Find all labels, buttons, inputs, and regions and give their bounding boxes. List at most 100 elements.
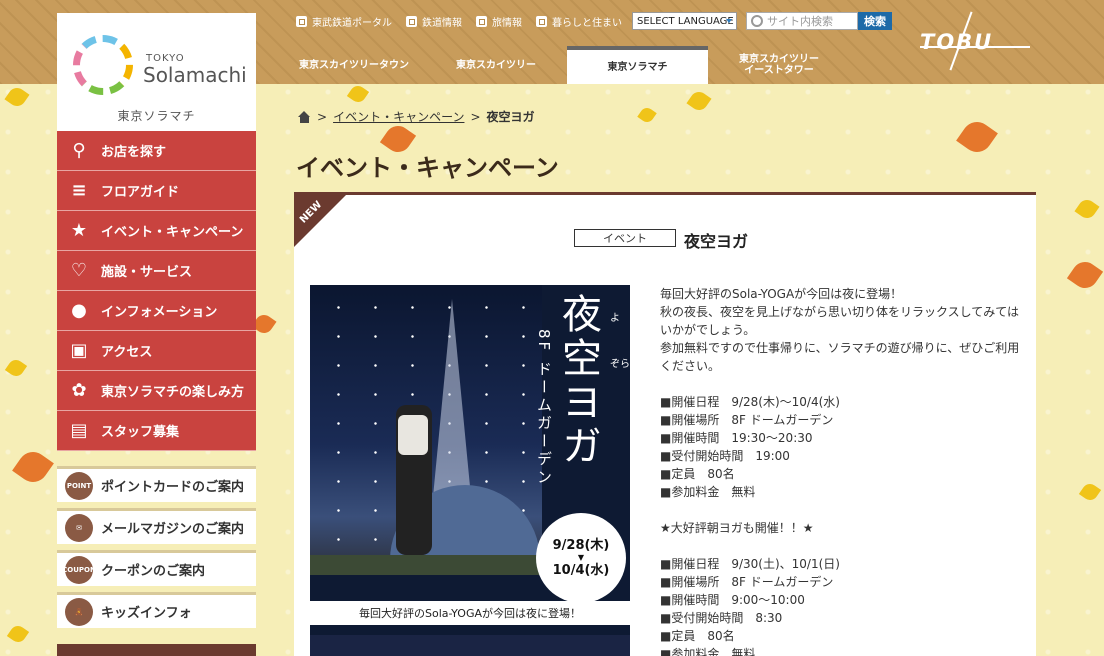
poster-bottom-band: [310, 635, 630, 656]
top-link-living[interactable]: 暮らしと住まい: [536, 14, 622, 29]
poster-title: 夜空ヨガ: [555, 293, 601, 469]
sidebar-item-floor-guide[interactable]: ≡ フロアガイド: [57, 171, 256, 211]
event-poster: 夜空ヨガ よ ぞら 8F ドームガーデン 9/28(木) ▼ 10/4(水) 毎…: [310, 285, 630, 656]
tab-solamachi[interactable]: 東京ソラマチ: [567, 46, 708, 84]
tobu-logo[interactable]: TOBU: [920, 30, 993, 54]
sidebar-item-access[interactable]: ▣ アクセス: [57, 331, 256, 371]
description-line: ■受付開始時間 19:00: [660, 449, 790, 463]
breadcrumb-separator: >: [317, 109, 328, 124]
language-select[interactable]: SELECT LANGUAGE: [632, 12, 737, 30]
breadcrumb-link-events[interactable]: イベント・キャンペーン: [333, 108, 464, 125]
event-title: 夜空ヨガ: [684, 232, 749, 251]
description-line: ■受付開始時間 8:30: [660, 611, 783, 625]
description-line: ■定員 80名: [660, 629, 735, 643]
external-link-icon: [476, 15, 487, 27]
top-link-travel[interactable]: 旅情報: [476, 14, 522, 29]
description-line: 参加無料ですので仕事帰りに、ソラマチの遊び帰りに、ぜひご利用ください。: [660, 341, 1020, 373]
sidebar-item-enjoy[interactable]: ✿ 東京ソラマチの楽しみ方: [57, 371, 256, 411]
sub-link-label: ポイントカードのご案内: [101, 480, 245, 495]
document-icon: ▤: [70, 420, 88, 441]
top-link-tobu-portal[interactable]: 東武鉄道ポータル: [296, 14, 392, 29]
description-line: ■開催場所 8F ドームガーデン: [660, 413, 834, 427]
event-icon: ★: [70, 220, 88, 241]
sidebar-item-label: インフォメーション: [101, 305, 218, 320]
mail-magazine-link[interactable]: ✉ メールマガジンのご案内: [57, 508, 256, 544]
tab-east-tower[interactable]: 東京スカイツリー イーストタワー: [708, 46, 850, 84]
teddy-bear-icon: 🧸: [65, 597, 93, 626]
sidebar-item-information[interactable]: ● インフォメーション: [57, 291, 256, 331]
description-line: 秋の夜長、夜空を見上げながら思い切り体をリラックスしてみてはいかがでしょう。: [660, 305, 1020, 337]
sidebar-item-label: イベント・キャンペーン: [101, 225, 244, 240]
breadcrumb-separator: >: [470, 109, 481, 124]
search-input[interactable]: サイト内検索: [746, 12, 858, 30]
external-link-icon: [406, 15, 417, 27]
train-icon: ▣: [70, 340, 88, 361]
description-spacer: [660, 501, 1030, 519]
top-link-label: 東武鉄道ポータル: [312, 17, 392, 29]
coupon-link[interactable]: COUPON クーポンのご案内: [57, 550, 256, 586]
point-card-link[interactable]: POINT ポイントカードのご案内: [57, 466, 256, 502]
description-line: 毎回大好評のSola-YOGAが今回は夜に登場！: [660, 287, 903, 301]
mail-icon: ✉: [65, 513, 93, 542]
sidebar-item-shops[interactable]: ⚲ お店を探す: [57, 131, 256, 171]
sidebar-item-label: アクセス: [101, 345, 153, 360]
logo-name-text: Solamachi: [143, 63, 247, 87]
poster-photo: [310, 285, 542, 575]
yoga-person-shirt: [398, 415, 428, 455]
description-line: ■開催日程 9/28(木)～10/4(水): [660, 395, 840, 409]
poster-date-badge: 9/28(木) ▼ 10/4(水): [536, 513, 626, 603]
arrow-down-icon: ▼: [577, 553, 585, 563]
top-link-label: 暮らしと住まい: [552, 17, 622, 29]
main-tabs: 東京スカイツリータウン 東京スカイツリー 東京ソラマチ 東京スカイツリー イース…: [283, 46, 850, 84]
sub-link-label: クーポンのご案内: [101, 564, 206, 579]
breadcrumb: > イベント・キャンペーン > 夜空ヨガ: [298, 108, 535, 125]
description-line: ■定員 80名: [660, 467, 735, 481]
sidebar-nav: ⚲ お店を探す ≡ フロアガイド ★ イベント・キャンペーン ♡ 施設・サービス ● イン…: [57, 131, 256, 451]
search-button[interactable]: 検索: [858, 12, 892, 30]
poster-ruby-yo: よ: [610, 313, 620, 324]
bulb-icon: ✿: [71, 380, 87, 401]
search-icon: [751, 15, 763, 27]
external-link-icon: [296, 15, 307, 27]
description-line: ★大好評朝ヨガも開催！！★: [660, 521, 814, 535]
chevron-down-icon: [726, 19, 732, 23]
top-link-label: 鉄道情報: [422, 17, 462, 29]
site-logo[interactable]: TOKYO Solamachi 東京ソラマチ: [57, 13, 256, 131]
search-placeholder: サイト内検索: [767, 15, 833, 28]
sidebar-item-recruit[interactable]: ▤ スタッフ募集: [57, 411, 256, 451]
grass-image: [310, 555, 542, 575]
poster-subtitle: 8F ドームガーデン: [535, 329, 553, 487]
sidebar-bottom-banner[interactable]: [57, 644, 256, 656]
search-icon: ⚲: [72, 140, 86, 161]
sub-link-label: キッズインフォ: [101, 606, 192, 621]
description-spacer: [660, 537, 1030, 555]
language-select-label: SELECT LANGUAGE: [637, 15, 734, 27]
kids-info-link[interactable]: 🧸 キッズインフォ: [57, 592, 256, 628]
sidebar-item-facilities[interactable]: ♡ 施設・サービス: [57, 251, 256, 291]
heart-icon: ♡: [70, 260, 88, 281]
breadcrumb-current: 夜空ヨガ: [486, 110, 535, 124]
sidebar-item-label: スタッフ募集: [101, 425, 180, 440]
top-links: 東武鉄道ポータル 鉄道情報 旅情報 暮らしと住まい: [296, 14, 622, 29]
description-line: ■開催時間 19:30～20:30: [660, 431, 813, 445]
sidebar-item-label: フロアガイド: [101, 185, 180, 200]
description-line: ■開催場所 8F ドームガーデン: [660, 575, 834, 589]
home-icon[interactable]: [298, 110, 311, 123]
sidebar-item-events[interactable]: ★ イベント・キャンペーン: [57, 211, 256, 251]
tab-skytree[interactable]: 東京スカイツリー: [425, 46, 567, 84]
description-line: ■参加料金 無料: [660, 647, 756, 656]
external-link-icon: [536, 15, 547, 27]
coupon-icon: COUPON: [62, 555, 96, 584]
description-line: ■開催日程 9/30(土)、10/1(日): [660, 557, 840, 571]
floors-icon: ≡: [71, 180, 87, 201]
poster-caption: 毎回大好評のSola-YOGAが今回は夜に登場！: [310, 601, 630, 625]
tab-skytree-town[interactable]: 東京スカイツリータウン: [283, 46, 425, 84]
category-label: イベント: [574, 229, 676, 247]
point-card-icon: POINT: [65, 471, 93, 500]
sidebar-item-label: 施設・サービス: [101, 265, 193, 280]
page-title: イベント・キャンペーン: [296, 154, 559, 182]
top-link-label: 旅情報: [492, 17, 522, 29]
top-link-railway[interactable]: 鉄道情報: [406, 14, 462, 29]
description-spacer: [660, 375, 1030, 393]
poster-date-from: 9/28(木): [552, 537, 610, 553]
